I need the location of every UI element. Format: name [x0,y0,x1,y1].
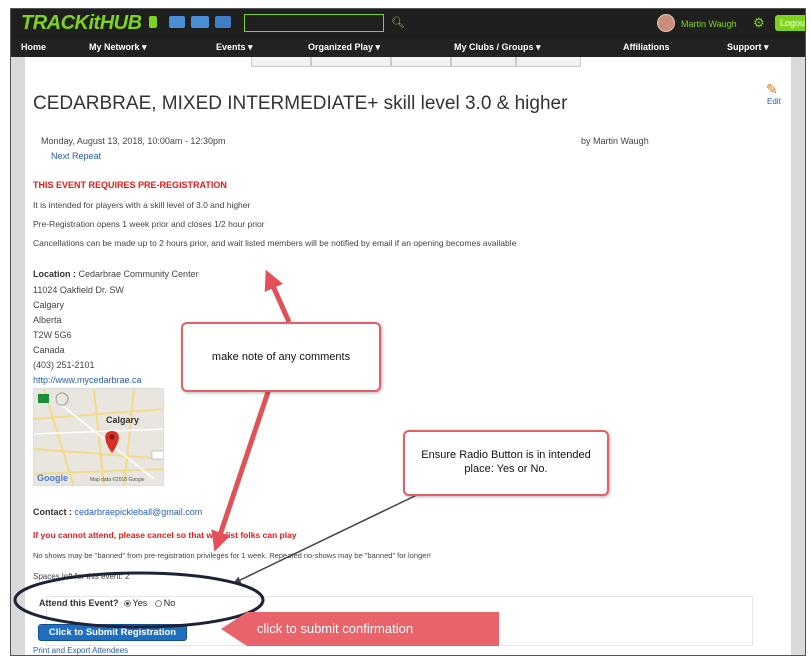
sub-tab[interactable] [451,57,516,67]
app-logo[interactable]: TRACKitHUB [21,12,142,35]
event-author: by Martin Waugh [581,136,649,146]
arrow-to-comments [264,269,292,324]
address-line: Calgary [33,300,65,310]
browser-frame: TRACKitHUB 🔍︎ Martin Waugh ⚙ Logout Home… [10,8,806,656]
alerts-icon[interactable] [215,16,231,28]
gear-icon[interactable]: ⚙ [753,15,765,31]
address-line: Canada [33,345,65,355]
submit-callout-text: click to submit confirmation [257,621,414,636]
phone-number: (403) 251-2101 [33,360,95,370]
home-icon[interactable] [149,16,157,28]
map-graphic [34,389,163,485]
edit-link[interactable]: Edit [767,97,781,106]
page-gutter-left [11,57,25,655]
noshow-notice: No shows may be "banned" from pre-regist… [33,551,431,560]
page-gutter-right [791,57,805,655]
edit-icon[interactable]: ✎ [766,81,778,98]
address-line: Alberta [33,315,62,325]
sub-tabs [251,57,581,67]
sub-tab[interactable] [251,57,311,67]
main-nav: Home My Network ▾ Events ▾ Organized Pla… [11,39,805,57]
attend-no-radio[interactable] [154,600,162,608]
location-label: Location : [33,269,76,279]
nav-support[interactable]: Support ▾ [727,42,769,53]
sub-tab[interactable] [391,57,451,67]
nav-home[interactable]: Home [21,42,46,52]
desc-line: Cancellations can be made up to 2 hours … [33,238,517,248]
print-export-link[interactable]: Print and Export Attendees [33,646,128,655]
map-credit: Map data ©2018 Google [90,477,145,483]
search-input[interactable] [244,14,384,32]
sub-tab[interactable] [516,57,581,67]
contact-label: Contact : [33,507,72,517]
location-map[interactable]: Calgary Google Map data ©2018 Google [33,388,164,486]
nav-my-clubs-groups[interactable]: My Clubs / Groups ▾ [454,42,541,53]
logout-button[interactable]: Logout [775,15,805,31]
nav-organized-play[interactable]: Organized Play ▾ [308,42,380,53]
arrow-to-notices [211,388,272,552]
radio-callout: Ensure Radio Button is in intended place… [403,430,609,496]
attend-question: Attend this Event? Yes No [39,598,175,608]
prereg-heading: THIS EVENT REQUIRES PRE-REGISTRATION [33,180,227,190]
submit-registration-button[interactable]: Click to Submit Registration [38,624,187,641]
spaces-left: Spaces left for this event: 2 [33,572,130,581]
google-logo: Google [37,473,68,483]
location-name: Cedarbrae Community Center [78,269,199,279]
next-repeat-link[interactable]: Next Repeat [51,151,101,161]
user-name[interactable]: Martin Waugh [681,19,737,29]
nav-affiliations[interactable]: Affiliations [623,42,670,52]
notifications-icon[interactable] [169,16,185,28]
attend-yes-label[interactable]: Yes [133,598,148,608]
sub-tab[interactable] [311,57,391,67]
cancel-notice: If you cannot attend, please cancel so t… [33,530,297,540]
top-bar: TRACKitHUB 🔍︎ Martin Waugh ⚙ Logout [11,9,805,39]
address-line: 11024 Oakfield Dr. SW [33,285,124,295]
location-block: Location : Cedarbrae Community Center [33,269,199,279]
event-datetime: Monday, August 13, 2018, 10:00am - 12:30… [41,136,226,146]
attend-no-label[interactable]: No [164,598,176,608]
desc-line: Pre-Registration opens 1 week prior and … [33,219,265,229]
desc-line: It is intended for players with a skill … [33,200,251,210]
contact-block: Contact : cedarbraepickleball@gmail.com [33,507,202,517]
address-line: T2W 5G6 [33,330,72,340]
comments-callout: make note of any comments [181,322,381,392]
map-city-label: Calgary [106,415,140,425]
nav-events[interactable]: Events ▾ [216,42,253,53]
nav-my-network[interactable]: My Network ▾ [89,42,147,53]
attend-label: Attend this Event? [39,598,119,608]
website-link[interactable]: http://www.mycedarbrae.ca [33,375,142,385]
avatar[interactable] [657,14,675,32]
search-icon[interactable]: 🔍︎ [391,16,405,29]
messages-icon[interactable] [191,16,209,28]
attend-yes-radio[interactable] [123,600,131,608]
contact-email-link[interactable]: cedarbraepickleball@gmail.com [75,507,203,517]
page-title: CEDARBRAE, MIXED INTERMEDIATE+ skill lev… [33,93,568,114]
